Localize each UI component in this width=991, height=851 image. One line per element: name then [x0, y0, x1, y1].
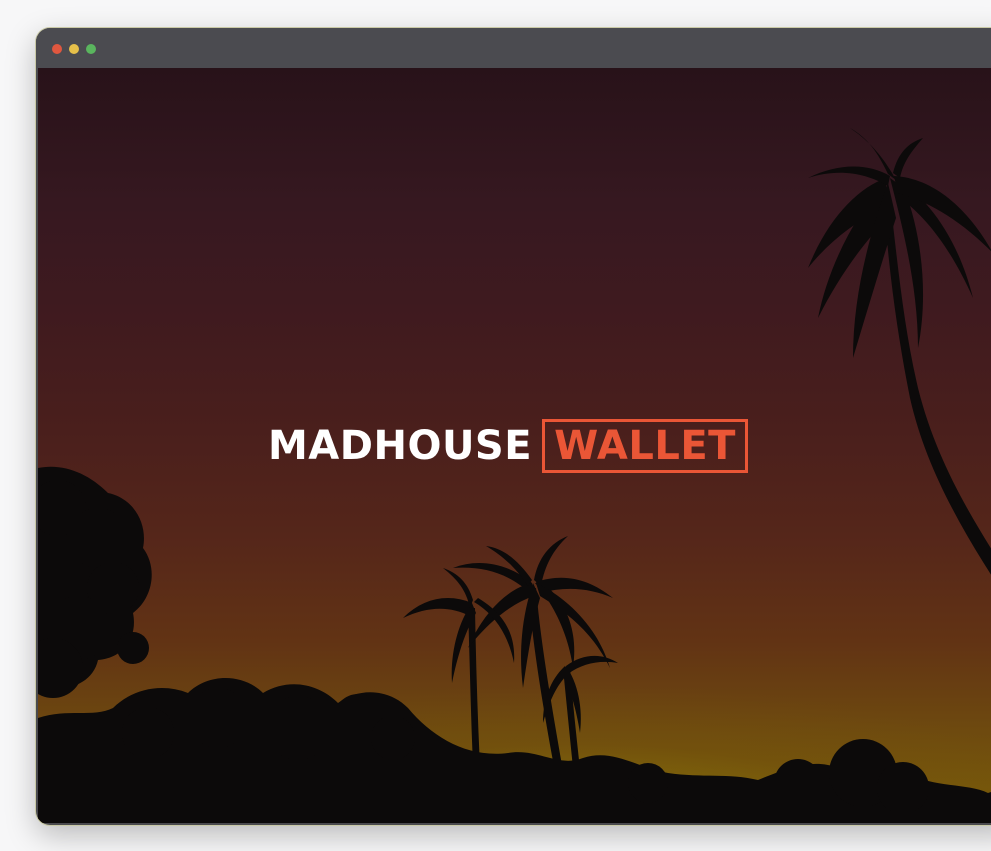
minimize-window-button[interactable] — [69, 44, 79, 54]
maximize-window-button[interactable] — [86, 44, 96, 54]
logo-word-primary: MADHOUSE — [268, 423, 533, 469]
page-viewport: MADHOUSE WALLET — [38, 68, 991, 823]
close-window-button[interactable] — [52, 44, 62, 54]
brand-logo: MADHOUSE WALLET — [268, 415, 748, 477]
browser-window: MADHOUSE WALLET — [36, 28, 991, 825]
logo-boxed-frame: WALLET — [542, 419, 748, 473]
logo-word-boxed: WALLET — [554, 423, 736, 469]
window-titlebar — [36, 28, 991, 68]
